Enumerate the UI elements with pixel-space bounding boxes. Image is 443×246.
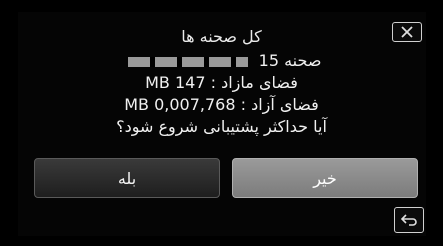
screen: کل صحنه ها صحنه 15 فضای مازاد : 147 MB ف… <box>0 0 443 246</box>
yes-button-label: بله <box>117 168 137 188</box>
back-button[interactable] <box>394 207 424 233</box>
question-line: آیا حداکثر پشتیبانی شروع شود؟ <box>116 117 327 136</box>
added-space-line: فضای آزاد : 0,007,768 MB <box>124 95 319 114</box>
no-button-label: خیر <box>313 168 337 188</box>
close-icon <box>401 26 413 38</box>
redacted-value <box>127 56 248 67</box>
close-button[interactable] <box>392 22 422 42</box>
no-button[interactable]: خیر <box>232 158 418 198</box>
scene-count-line: صحنه 15 <box>0 50 443 72</box>
yes-button[interactable]: بله <box>34 158 220 198</box>
free-space-line: فضای مازاد : 147 MB <box>145 73 298 92</box>
scene-count-text: صحنه 15 <box>258 51 322 70</box>
dialog-title: کل صحنه ها <box>181 27 262 46</box>
back-arrow-icon <box>400 214 417 226</box>
dialog-info: صحنه 15 فضای مازاد : 147 MB فضای آزاد : … <box>0 50 443 138</box>
